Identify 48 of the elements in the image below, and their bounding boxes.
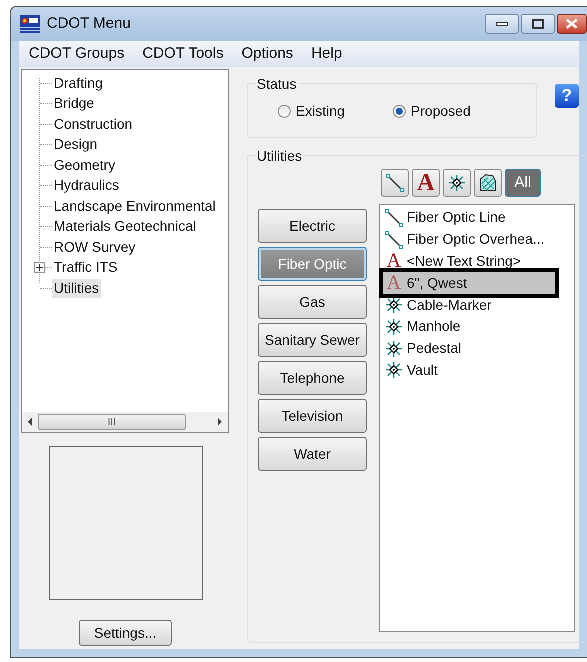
item-label: 6", Qwest [407,274,468,293]
list-item[interactable]: Vault [383,360,555,382]
item-label: Vault [407,360,438,380]
text-filter-button[interactable]: A [412,169,440,197]
menu-item[interactable]: CDOT Tools [142,42,224,66]
text-style-icon: A [385,274,403,292]
menu-item[interactable]: CDOT Groups [29,42,125,66]
list-item[interactable]: Fiber Optic Line [383,207,555,229]
tree-item[interactable]: Materials Geotechnical [52,217,198,236]
list-item[interactable]: Cable-Marker [383,294,555,316]
item-label: <New Text String> [407,252,522,271]
list-item[interactable]: Manhole [383,316,555,338]
item-label: Cable-Marker [407,296,492,315]
all-filter-button[interactable]: All [505,169,541,197]
tree-item[interactable]: Traffic ITS [52,258,120,278]
horizontal-scrollbar[interactable]: III [22,412,228,432]
list-item[interactable]: A <New Text String> [383,250,555,272]
tree-item[interactable]: Design [52,135,100,154]
tree-item[interactable]: Drafting [52,74,106,93]
item-label: Fiber Optic Overhea... [407,230,545,250]
category-button[interactable]: Electric [258,209,367,243]
item-label: Fiber Optic Line [407,208,506,228]
scrollbar-thumb[interactable]: III [38,414,186,430]
list-item[interactable]: A 6", Qwest [383,272,555,294]
settings-button[interactable]: Settings... [79,620,172,646]
tree-item[interactable]: Bridge [52,94,96,114]
tree-item[interactable]: Landscape Environmental [52,196,218,216]
item-label: Manhole [407,317,461,336]
menu-item[interactable]: Options [242,42,294,66]
window-title: CDOT Menu [47,14,131,34]
tree-item[interactable]: ROW Survey [52,238,138,257]
category-button[interactable]: Water [258,437,367,471]
category-button[interactable]: Gas [258,285,367,319]
radio-label: Proposed [411,102,471,121]
help-button[interactable]: ? [555,84,579,108]
category-button[interactable]: Television [258,399,367,433]
list-item[interactable]: Fiber Optic Overhea... [383,228,555,251]
category-button[interactable]: Sanitary Sewer [258,323,367,357]
tree-item[interactable]: Construction [52,114,135,134]
list-item[interactable]: Pedestal [383,338,555,360]
radio-label: Existing [296,102,346,121]
menu-item[interactable]: Help [311,42,342,66]
tree-item[interactable]: Geometry [52,156,118,175]
item-label: Pedestal [407,339,462,358]
category-button[interactable]: Telephone [258,361,367,395]
tree-item[interactable]: Hydraulics [52,176,122,196]
text-style-icon: A [385,252,403,270]
tree-item[interactable]: Utilities [52,278,102,298]
